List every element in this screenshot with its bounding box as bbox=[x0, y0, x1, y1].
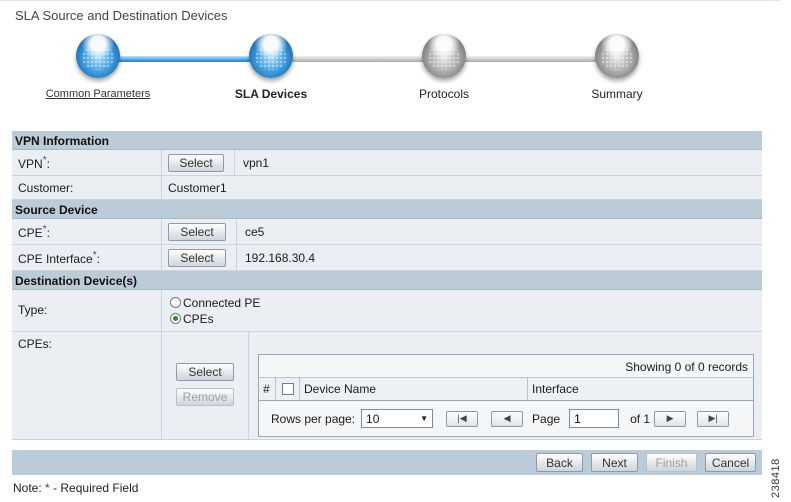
rows-per-page-label: Rows per page: bbox=[271, 411, 356, 426]
rows-per-page-value: 10 bbox=[366, 411, 380, 426]
required-field-note: Note: * - Required Field bbox=[13, 481, 138, 495]
wizard-progress: Common Parameters SLA Devices Protocols … bbox=[0, 28, 780, 114]
note-star: * bbox=[45, 481, 50, 495]
last-page-icon[interactable]: ▶| bbox=[697, 410, 730, 427]
required-mark: * bbox=[42, 224, 47, 235]
cpes-remove-button[interactable]: Remove bbox=[176, 388, 234, 406]
radio-label: Connected PE bbox=[183, 295, 261, 310]
radio-label: CPEs bbox=[183, 311, 214, 326]
step-label: Summary bbox=[591, 87, 643, 101]
cpe-interface-label: CPE Interface*: bbox=[12, 245, 162, 270]
cell-divider bbox=[236, 219, 237, 244]
top-rule bbox=[0, 0, 780, 1]
vpn-value: vpn1 bbox=[243, 155, 270, 170]
cpe-label-text: CPE bbox=[18, 226, 43, 240]
cpe-value: ce5 bbox=[245, 224, 265, 239]
cpe-value-cell: Select ce5 bbox=[162, 219, 762, 244]
type-label: Type: bbox=[12, 290, 162, 331]
customer-value: Customer1 bbox=[168, 180, 227, 195]
record-summary: Showing 0 of 0 records bbox=[259, 355, 753, 378]
vpn-row: VPN*: Select vpn1 bbox=[12, 150, 762, 176]
radio-selected-icon[interactable] bbox=[170, 312, 181, 324]
customer-row: Customer: Customer1 bbox=[12, 176, 762, 200]
column-header-interface[interactable]: Interface bbox=[528, 378, 753, 400]
customer-label: Customer: bbox=[12, 176, 162, 199]
page-count: of 1 bbox=[630, 411, 651, 426]
previous-page-icon[interactable]: ◀ bbox=[491, 410, 524, 427]
note-prefix: Note: bbox=[13, 481, 42, 495]
cpe-row: CPE*: Select ce5 bbox=[12, 219, 762, 245]
wizard-footer: Back Next Finish Cancel bbox=[12, 450, 762, 475]
cpe-interface-row: CPE Interface*: Select 192.168.30.4 bbox=[12, 245, 762, 271]
cpe-interface-value-cell: Select 192.168.30.4 bbox=[162, 245, 762, 270]
next-page-icon[interactable]: ▶ bbox=[654, 410, 687, 427]
wizard-track-completed bbox=[98, 56, 272, 62]
cell-divider bbox=[236, 245, 237, 270]
type-row: Type: Connected PE CPEs bbox=[12, 290, 762, 332]
page-label: Page bbox=[532, 411, 561, 426]
cpe-interface-select-button[interactable]: Select bbox=[168, 248, 226, 267]
cpe-interface-value: 192.168.30.4 bbox=[245, 250, 316, 265]
type-options: Connected PE CPEs bbox=[162, 290, 762, 331]
step-completed-orb-icon bbox=[76, 34, 120, 78]
column-header-select-all[interactable] bbox=[276, 378, 300, 400]
cpe-select-button[interactable]: Select bbox=[168, 222, 226, 241]
vpn-select-button[interactable]: Select bbox=[168, 153, 224, 172]
step-pending-orb-icon bbox=[595, 34, 639, 78]
table-header-row: # Device Name Interface bbox=[259, 378, 753, 401]
rows-per-page-select[interactable]: 10 ▼ bbox=[361, 409, 434, 428]
type-radio-cpes[interactable]: CPEs bbox=[170, 311, 214, 327]
step-label[interactable]: Common Parameters bbox=[18, 88, 178, 100]
figure-id: 238418 bbox=[770, 458, 782, 498]
required-mark: * bbox=[92, 250, 97, 261]
column-header-device-name[interactable]: Device Name bbox=[300, 378, 528, 400]
cancel-button[interactable]: Cancel bbox=[705, 453, 756, 472]
vpn-value-cell: Select vpn1 bbox=[162, 150, 762, 175]
dropdown-arrow-icon: ▼ bbox=[420, 414, 429, 423]
section-destination-devices: Destination Device(s) bbox=[12, 271, 762, 290]
finish-button[interactable]: Finish bbox=[646, 453, 697, 472]
vpn-label-text: VPN bbox=[18, 157, 43, 171]
cpes-label: CPEs: bbox=[12, 332, 162, 439]
table-pager: Rows per page: 10 ▼ |◀ ◀ Page of 1 ▶ ▶| bbox=[259, 401, 753, 436]
select-all-checkbox[interactable] bbox=[281, 383, 294, 395]
required-mark: * bbox=[42, 155, 47, 166]
vpn-label: VPN*: bbox=[12, 150, 162, 175]
column-header-index: # bbox=[259, 378, 276, 400]
note-text: - Required Field bbox=[53, 481, 139, 495]
page-number-input[interactable] bbox=[569, 409, 620, 428]
step-label: SLA Devices bbox=[234, 87, 308, 101]
cell-divider bbox=[234, 150, 235, 175]
cpes-select-button[interactable]: Select bbox=[176, 363, 234, 381]
cpe-label: CPE*: bbox=[12, 219, 162, 244]
step-current-orb-icon bbox=[249, 34, 293, 78]
step-label: Protocols bbox=[418, 87, 470, 101]
next-button[interactable]: Next bbox=[591, 453, 638, 472]
back-button[interactable]: Back bbox=[536, 453, 583, 472]
type-radio-connected-pe[interactable]: Connected PE bbox=[170, 295, 260, 311]
section-vpn-information: VPN Information bbox=[12, 131, 762, 150]
first-page-icon[interactable]: |◀ bbox=[446, 410, 479, 427]
cpes-table: Showing 0 of 0 records # Device Name Int… bbox=[258, 354, 754, 437]
section-source-device: Source Device bbox=[12, 200, 762, 219]
step-pending-orb-icon bbox=[422, 34, 466, 78]
cpe-interface-label-text: CPE Interface bbox=[18, 252, 93, 266]
radio-unselected-icon[interactable] bbox=[170, 296, 181, 308]
page-title: SLA Source and Destination Devices bbox=[15, 8, 228, 23]
cpes-action-buttons: Select Remove bbox=[162, 332, 249, 439]
